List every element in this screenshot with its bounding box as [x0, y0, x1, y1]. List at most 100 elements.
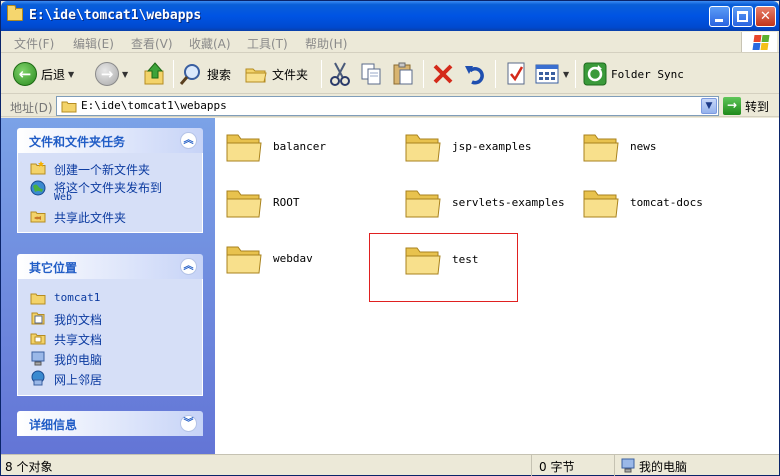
menu-bar: 文件(F) 编辑(E) 查看(V) 收藏(A) 工具(T) 帮助(H): [1, 31, 779, 53]
menu-edit[interactable]: 编辑(E): [73, 35, 114, 52]
undo-button[interactable]: [463, 59, 487, 89]
menu-tools[interactable]: 工具(T): [247, 35, 288, 52]
other-places-header[interactable]: 其它位置 ︽: [17, 254, 203, 279]
place-network[interactable]: 网上邻居: [28, 369, 202, 389]
chevron-down-icon: ▼: [705, 101, 713, 111]
address-path: E:\ide\tomcat1\webapps: [81, 99, 227, 112]
status-bar: 8 个对象 0 字节 我的电脑: [1, 454, 779, 476]
place-shared-documents-label: 共享文档: [54, 333, 103, 347]
collapse-icon[interactable]: ︽: [180, 132, 197, 149]
place-my-documents-label: 我的文档: [54, 313, 103, 327]
folder-icon: [226, 190, 262, 218]
chevron-down-icon: ▼: [68, 69, 75, 79]
title-bar[interactable]: E:\ide\tomcat1\webapps ✕: [1, 1, 779, 31]
go-label: 转到: [745, 99, 770, 114]
folder-name: news: [630, 140, 657, 153]
place-tomcat1[interactable]: tomcat1: [28, 289, 202, 309]
go-button[interactable]: → 转到: [723, 97, 769, 115]
copy-button[interactable]: [359, 59, 383, 89]
close-button[interactable]: ✕: [755, 6, 776, 27]
file-tasks-panel: 文件和文件夹任务 ︽ 创建一个新文件夹 将这个文件夹发布到 Web 共享此文件夹: [17, 128, 203, 233]
my-documents-icon: [31, 312, 45, 325]
folder-sync-button[interactable]: Folder Sync: [583, 59, 684, 89]
other-places-title: 其它位置: [29, 261, 78, 275]
back-button[interactable]: ← 后退 ▼: [13, 59, 74, 89]
search-label: 搜索: [207, 67, 232, 82]
globe-icon: [30, 180, 46, 196]
address-input[interactable]: E:\ide\tomcat1\webapps ▼: [56, 96, 719, 116]
toolbar: ← 后退 ▼ → ▼ 搜索 文件夹 ▼ Folder Sync: [1, 54, 779, 94]
publish-web-task[interactable]: 将这个文件夹发布到 Web: [28, 179, 202, 207]
folder-icon: [30, 293, 46, 305]
new-folder-task[interactable]: 创建一个新文件夹: [28, 159, 202, 179]
paste-icon: [393, 62, 413, 85]
search-button[interactable]: 搜索: [179, 59, 231, 89]
up-folder-button[interactable]: [143, 59, 167, 89]
menu-help[interactable]: 帮助(H): [305, 35, 347, 52]
shared-documents-icon: [30, 333, 46, 345]
details-header[interactable]: 详细信息 ︾: [17, 411, 203, 436]
place-my-documents[interactable]: 我的文档: [28, 309, 202, 329]
folder-item-balancer[interactable]: balancer: [215, 124, 385, 170]
delete-button[interactable]: [431, 59, 455, 89]
minimize-button[interactable]: [709, 6, 730, 27]
folders-icon: [245, 68, 267, 83]
forward-arrow-icon: →: [95, 62, 119, 86]
properties-button[interactable]: [504, 59, 528, 89]
place-tomcat1-label: tomcat1: [54, 291, 101, 304]
share-folder-task[interactable]: 共享此文件夹: [28, 207, 202, 227]
views-icon: [535, 64, 559, 84]
menu-view[interactable]: 查看(V): [131, 35, 173, 52]
task-pane: 文件和文件夹任务 ︽ 创建一个新文件夹 将这个文件夹发布到 Web 共享此文件夹…: [1, 118, 215, 454]
menu-favorites[interactable]: 收藏(A): [189, 35, 231, 52]
other-places-body: tomcat1 我的文档 共享文档 我的电脑 网上邻居: [17, 279, 203, 396]
status-objects: 8 个对象: [5, 460, 53, 474]
file-tasks-header[interactable]: 文件和文件夹任务 ︽: [17, 128, 203, 153]
folder-name: balancer: [273, 140, 326, 153]
chevron-down-icon: ▼: [122, 69, 129, 79]
folder-name: servlets-examples: [452, 196, 565, 209]
search-icon: [179, 64, 200, 85]
windows-logo-icon: [741, 32, 777, 52]
cut-icon: [330, 62, 350, 86]
folder-item-news[interactable]: news: [572, 124, 742, 170]
window-title: E:\ide\tomcat1\webapps: [29, 8, 202, 23]
status-size-cell: 0 字节: [532, 455, 615, 476]
place-my-computer[interactable]: 我的电脑: [28, 349, 202, 369]
address-dropdown-button[interactable]: ▼: [701, 98, 717, 114]
forward-button[interactable]: → ▼: [95, 59, 128, 89]
folder-icon: [226, 134, 262, 162]
place-shared-documents[interactable]: 共享文档: [28, 329, 202, 349]
maximize-button[interactable]: [732, 6, 753, 27]
explorer-window: E:\ide\tomcat1\webapps ✕ 文件(F) 编辑(E) 查看(…: [0, 0, 780, 476]
new-folder-icon: [30, 161, 46, 175]
expand-icon[interactable]: ︾: [180, 415, 197, 432]
details-panel: 详细信息 ︾: [17, 411, 203, 436]
close-icon: ✕: [760, 9, 771, 24]
computer-icon: [621, 458, 635, 473]
folder-item-root[interactable]: ROOT: [215, 180, 385, 226]
computer-icon: [31, 351, 45, 366]
views-button[interactable]: ▼: [534, 59, 569, 89]
collapse-icon[interactable]: ︽: [180, 258, 197, 275]
cut-button[interactable]: [328, 59, 352, 89]
delete-icon: [433, 64, 453, 84]
folder-icon: [405, 134, 441, 162]
paste-button[interactable]: [391, 59, 415, 89]
folder-icon: [583, 190, 619, 218]
folder-icon: [226, 246, 262, 274]
publish-web-label-2: Web: [54, 192, 73, 203]
file-tasks-title: 文件和文件夹任务: [29, 135, 126, 149]
go-arrow-icon: →: [723, 97, 741, 115]
status-size: 0 字节: [539, 460, 575, 474]
status-objects-cell: 8 个对象: [1, 455, 532, 476]
other-places-panel: 其它位置 ︽ tomcat1 我的文档 共享文档 我的电脑 网上邻居: [17, 254, 203, 396]
folder-item-tomcat-docs[interactable]: tomcat-docs: [572, 180, 742, 226]
menu-file[interactable]: 文件(F): [14, 35, 54, 52]
folder-item-webdav[interactable]: webdav: [215, 236, 385, 282]
folder-name: tomcat-docs: [630, 196, 703, 209]
place-network-label: 网上邻居: [54, 373, 103, 387]
folder-item-jsp-examples[interactable]: jsp-examples: [394, 124, 564, 170]
folders-button[interactable]: 文件夹: [244, 59, 308, 89]
folder-item-servlets-examples[interactable]: servlets-examples: [394, 180, 565, 226]
